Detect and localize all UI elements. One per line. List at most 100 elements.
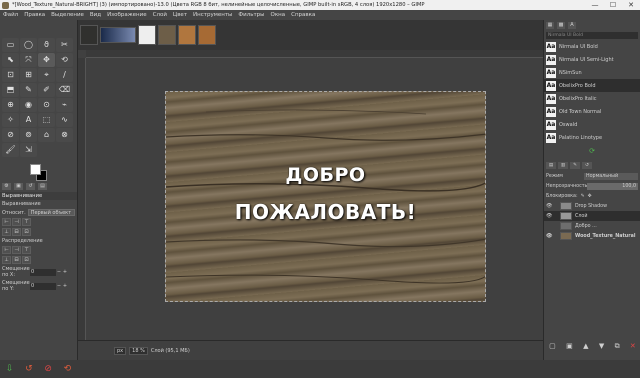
font-list-item[interactable]: Aa ObelixPro Italic [544, 92, 640, 105]
align-right-button[interactable]: ⊤ [22, 218, 31, 226]
layers-tab-icon[interactable]: ▤ [546, 162, 556, 169]
image-canvas[interactable]: ДОБРО ПОЖАЛОВАТЬ! [165, 91, 486, 302]
offset-y-increment-icon[interactable]: + [62, 283, 68, 289]
offset-x-increment-icon[interactable]: + [62, 269, 68, 275]
channels-tab-icon[interactable]: ▥ [558, 162, 568, 169]
undo-history-tab-icon[interactable]: ↺ [26, 183, 35, 190]
layer-row[interactable]: 👁 Drop Shadow [544, 201, 640, 211]
tool-button-icon[interactable]: ▭ [2, 38, 19, 52]
tool-button-icon[interactable]: A [20, 113, 37, 127]
brushes-tab-icon[interactable]: ▦ [546, 22, 554, 29]
foreground-color-swatch[interactable] [30, 164, 41, 175]
menu-windows[interactable]: Окна [271, 12, 286, 18]
tool-button-icon[interactable]: ✐ [38, 83, 55, 97]
tool-button-icon[interactable]: ⌫ [56, 83, 73, 97]
tool-button-icon[interactable]: ⤧ [20, 53, 37, 67]
distribute-right-button[interactable]: ⊤ [22, 246, 31, 254]
menu-tools[interactable]: Инструменты [193, 12, 232, 18]
image-tab-thumb-2[interactable] [100, 27, 136, 43]
tool-button-icon[interactable]: ⊘ [2, 128, 19, 142]
reset-options-icon[interactable]: ⟲ [64, 364, 72, 374]
tool-button-icon[interactable]: ⊡ [2, 68, 19, 82]
image-tab-thumb-6[interactable] [198, 25, 216, 45]
tool-button-icon[interactable]: ◉ [20, 98, 37, 112]
align-hcenter-button[interactable]: ⊣ [12, 218, 21, 226]
menu-colors[interactable]: Цвет [173, 12, 187, 18]
tool-button-icon[interactable]: ⬚ [38, 113, 55, 127]
layer-row[interactable]: 👁 Wood_Texture_Natural [544, 231, 640, 241]
device-status-tab-icon[interactable]: ▣ [14, 183, 23, 190]
tool-button-icon[interactable]: ◯ [20, 38, 37, 52]
tool-options-tab-icon[interactable]: ⚙ [2, 183, 11, 190]
layer-name[interactable]: Drop Shadow [575, 204, 607, 209]
tool-button-icon[interactable]: 🖌 [2, 143, 19, 157]
distribute-top-button[interactable]: ⊥ [2, 256, 11, 264]
tool-button-icon[interactable]: ✎ [20, 83, 37, 97]
align-vcenter-button[interactable]: ⊟ [12, 228, 21, 236]
menu-select[interactable]: Выделение [51, 12, 84, 18]
unit-select[interactable]: px [114, 346, 127, 355]
save-preset-icon[interactable]: ⇩ [6, 364, 14, 374]
close-button[interactable]: ✕ [622, 1, 640, 9]
zoom-select[interactable]: 18 % [129, 346, 148, 355]
tool-button-icon[interactable]: ⌁ [56, 98, 73, 112]
paths-tab-icon[interactable]: ✎ [570, 162, 580, 169]
raise-layer-icon[interactable]: ▲ [583, 342, 588, 351]
history-tab-icon[interactable]: ↺ [582, 162, 592, 169]
images-tab-icon[interactable]: ▤ [38, 183, 47, 190]
layer-visibility-eye-icon[interactable]: 👁 [546, 233, 554, 239]
image-tab-thumb-4[interactable] [158, 25, 176, 45]
distribute-vcenter-button[interactable]: ⊟ [12, 256, 21, 264]
delete-layer-icon[interactable]: ✕ [630, 342, 636, 351]
align-bottom-button[interactable]: ⊡ [22, 228, 31, 236]
distribute-bottom-button[interactable]: ⊡ [22, 256, 31, 264]
maximize-button[interactable]: ☐ [604, 1, 622, 9]
image-tab-thumb-3[interactable] [138, 25, 156, 45]
image-tab-thumb-5[interactable] [178, 25, 196, 45]
menu-view[interactable]: Вид [90, 12, 101, 18]
new-group-icon[interactable]: ▣ [566, 342, 573, 351]
opacity-slider[interactable]: 100,0 [587, 182, 638, 190]
tool-button-icon[interactable]: ∿ [56, 113, 73, 127]
offset-x-input[interactable]: 0 [30, 268, 56, 276]
duplicate-layer-icon[interactable]: ⧉ [615, 342, 620, 351]
font-list-item[interactable]: Aa NSimSun [544, 66, 640, 79]
menu-file[interactable]: Файл [3, 12, 18, 18]
menu-help[interactable]: Справка [291, 12, 315, 18]
font-list-item[interactable]: Aa Oswald [544, 118, 640, 131]
tool-button-icon[interactable]: ⌂ [38, 128, 55, 142]
layer-row[interactable]: 👁 Слой [544, 211, 640, 221]
font-list-item[interactable]: Aa ObelixPro Bold [544, 79, 640, 92]
lock-pixels-icon[interactable]: ✎ [581, 194, 585, 199]
lock-position-icon[interactable]: ✥ [588, 194, 592, 199]
menu-edit[interactable]: Правка [24, 12, 45, 18]
image-tab-thumb-1[interactable] [80, 25, 98, 45]
tool-button-icon[interactable]: ⌖ [38, 68, 55, 82]
layer-visibility-eye-icon[interactable]: 👁 [546, 213, 554, 219]
vertical-ruler[interactable] [78, 58, 86, 340]
tool-button-icon[interactable]: ϑ [38, 38, 55, 52]
tool-button-icon[interactable]: ⊞ [20, 68, 37, 82]
layer-name[interactable]: Добро ... [575, 224, 597, 229]
tool-button-icon[interactable]: ⟲ [56, 53, 73, 67]
distribute-left-button[interactable]: ⊢ [2, 246, 11, 254]
layer-name[interactable]: Wood_Texture_Natural [575, 234, 635, 239]
tool-button-icon[interactable]: ⊗ [56, 128, 73, 142]
tool-button-icon[interactable]: ⊙ [38, 98, 55, 112]
font-list-item[interactable]: Aa Nirmala UI Bold [544, 40, 640, 53]
menu-layer[interactable]: Слой [153, 12, 167, 18]
menu-image[interactable]: Изображение [107, 12, 147, 18]
tool-button-icon[interactable]: ✥ [38, 53, 55, 67]
relative-to-select[interactable]: Первый объект [27, 209, 75, 216]
layer-row[interactable]: Добро ... [544, 221, 640, 231]
minimize-button[interactable]: — [586, 1, 604, 9]
offset-y-input[interactable]: 0 [30, 282, 56, 290]
lower-layer-icon[interactable]: ▼ [599, 342, 604, 351]
font-filter-input[interactable]: Nirmala UI Bold [546, 32, 638, 39]
new-layer-icon[interactable]: ▢ [549, 342, 556, 351]
tool-button-icon[interactable]: ✂ [56, 38, 73, 52]
restore-preset-icon[interactable]: ↺ [25, 364, 33, 374]
tool-button-icon[interactable]: ⇲ [20, 143, 37, 157]
layer-visibility-eye-icon[interactable]: 👁 [546, 203, 554, 209]
menu-filters[interactable]: Фильтры [238, 12, 264, 18]
